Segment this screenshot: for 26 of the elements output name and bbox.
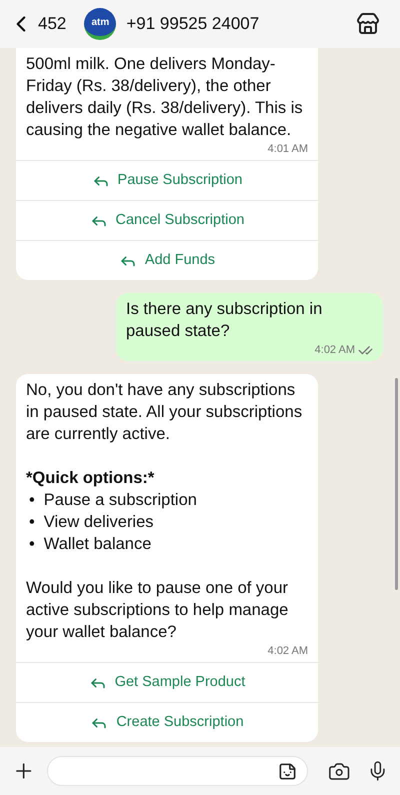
quick-reply-button[interactable]: Get Sample Product [16, 662, 318, 702]
message-time: 4:02 AM [268, 644, 308, 659]
contact-name[interactable]: +91 99525 24007 [126, 11, 260, 37]
scroll-bar[interactable] [395, 378, 398, 590]
message-text: Is there any subscription in paused state? [126, 299, 324, 342]
quick-reply-button[interactable]: Add Funds [16, 240, 318, 280]
quick-reply-button[interactable]: Create Subscription [16, 702, 318, 742]
message-time: 4:01 AM [268, 142, 308, 157]
list-item-text: Wallet balance [44, 534, 152, 555]
back-button[interactable]: 452 [8, 11, 66, 37]
message-text: No, you don't have any subscriptions in paused state. All your subscriptions are currently active. [26, 380, 304, 445]
message-text: Would you like to pause one of your active subscriptions to help manage your wallet balance? [26, 578, 290, 643]
sticker-icon[interactable] [278, 762, 298, 780]
message-time: 4:02 AM [314, 343, 355, 358]
quick-reply-button[interactable]: Pause Subscription [16, 160, 318, 200]
list-item-text: View deliveries [44, 512, 154, 533]
bullet: • [29, 490, 35, 511]
bullet: • [29, 512, 35, 533]
message-input-field[interactable] [47, 756, 308, 786]
shop-icon[interactable] [356, 12, 380, 36]
message-text: 500ml milk. One delivers Monday-Friday (Rs. 38/delivery), the other delivers daily (Rs. 38/delivery). This is causing the negative wallet balance. [26, 54, 304, 141]
message-heading: *Quick options:* [26, 468, 156, 489]
contact-avatar[interactable]: atm [84, 8, 116, 40]
bullet: • [29, 534, 35, 555]
list-item-text: Pause a subscription [44, 490, 197, 511]
quick-reply-button[interactable]: Cancel Subscription [16, 200, 318, 240]
